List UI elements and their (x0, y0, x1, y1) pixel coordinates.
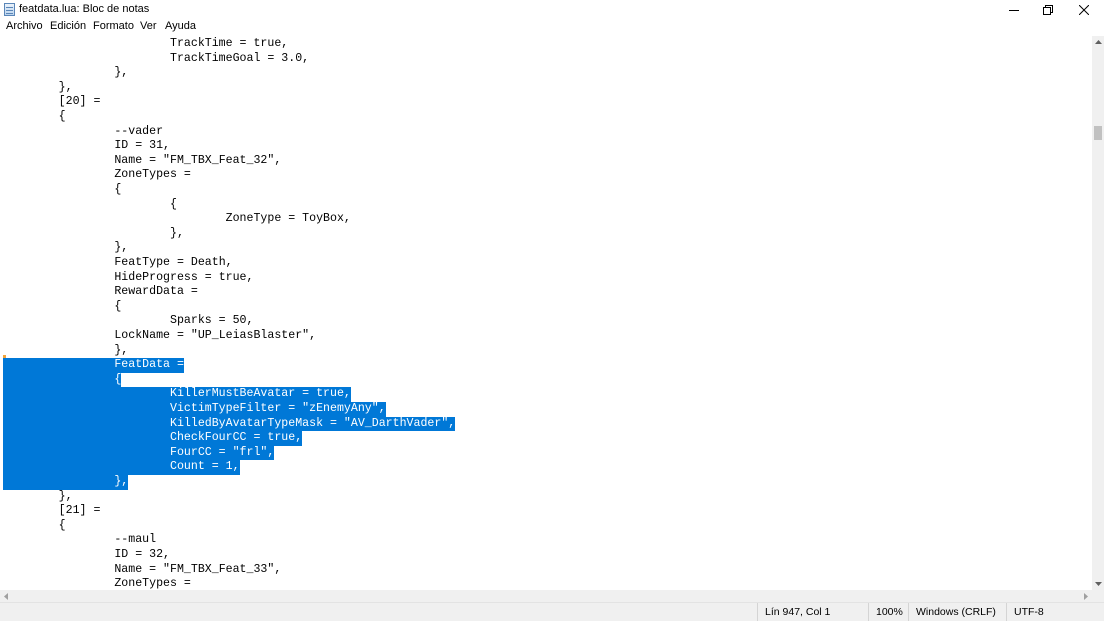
editor-line: [21] = (3, 504, 101, 518)
menu-formato[interactable]: Formato (93, 20, 134, 32)
editor-line: Sparks = 50, (3, 314, 254, 328)
cursor-position: Lín 947, Col 1 (757, 603, 868, 621)
status-bar: Lín 947, Col 1 100% Windows (CRLF) UTF-8 (0, 602, 1104, 621)
editor-line: { (3, 110, 66, 123)
editor-line: ZoneTypes = (3, 168, 191, 182)
editor-line: { (3, 197, 177, 211)
editor-line: --maul (3, 533, 157, 547)
window-title: featdata.lua: Bloc de notas (19, 3, 150, 15)
encoding: UTF-8 (1006, 603, 1104, 621)
menu-bar: Archivo Edición Formato Ver Ayuda (0, 19, 1104, 36)
editor-line: TrackTime = true, (3, 37, 289, 50)
close-button[interactable] (1067, 0, 1101, 19)
editor-line: LockName = "UP_LeiasBlaster", (3, 329, 317, 342)
editor-line: KillerMustBeAvatar = true, (3, 387, 351, 402)
editor-line: FourCC = "frl", (3, 445, 275, 461)
minimize-icon (1009, 9, 1019, 11)
editor-line: }, (3, 66, 129, 80)
scroll-up-arrow-icon[interactable] (1092, 36, 1104, 48)
vertical-scrollbar[interactable] (1092, 36, 1104, 590)
editor-line: }, (3, 226, 184, 240)
editor-line: }, (3, 80, 73, 94)
editor-line: Name = "FM_TBX_Feat_32", (3, 153, 282, 167)
text-editor[interactable]: TrackTime = true, TrackTimeGoal = 3.0, }… (0, 36, 1092, 590)
editor-line: ID = 32, (3, 548, 170, 561)
close-icon (1079, 4, 1089, 15)
scroll-right-arrow-icon[interactable] (1080, 590, 1092, 602)
menu-edicion[interactable]: Edición (50, 20, 86, 32)
menu-ver[interactable]: Ver (140, 20, 157, 32)
scroll-down-arrow-icon[interactable] (1092, 578, 1104, 590)
editor-line: FeatType = Death, (3, 256, 233, 269)
editor-line: Name = "FM_TBX_Feat_33", (3, 562, 282, 576)
editor-line: }, (3, 241, 129, 255)
editor-line: [20] = (3, 95, 101, 109)
horizontal-scrollbar[interactable] (0, 590, 1092, 602)
editor-line: { (3, 299, 122, 313)
restore-icon (1043, 4, 1053, 15)
vertical-scroll-thumb[interactable] (1094, 126, 1102, 140)
menu-archivo[interactable]: Archivo (6, 20, 43, 32)
editor-line: FeatData = (3, 358, 184, 373)
editor-line: { (3, 183, 122, 196)
editor-line: TrackTimeGoal = 3.0, (3, 51, 310, 65)
editor-line: ZoneTypes = (3, 577, 191, 590)
zoom-level: 100% (868, 603, 908, 621)
editor-line: { (3, 372, 122, 388)
editor-line: ZoneType = ToyBox, (3, 212, 351, 226)
menu-ayuda[interactable]: Ayuda (165, 20, 196, 32)
editor-line: { (3, 518, 66, 532)
editor-line: KilledByAvatarTypeMask = "AV_DarthVader"… (3, 416, 456, 432)
notepad-icon (4, 3, 15, 16)
scrollbar-corner (1092, 590, 1104, 602)
editor-line: VictimTypeFilter = "zEnemyAny", (3, 402, 386, 417)
line-ending: Windows (CRLF) (908, 603, 1006, 621)
editor-line: ID = 31, (3, 139, 170, 153)
editor-line: RewardData = (3, 285, 198, 299)
editor-line: --vader (3, 124, 164, 138)
editor-line: CheckFourCC = true, (3, 431, 303, 446)
minimize-button[interactable] (997, 0, 1031, 19)
restore-button[interactable] (1031, 0, 1065, 19)
editor-line: HideProgress = true, (3, 270, 254, 284)
editor-line: Count = 1, (3, 460, 240, 475)
title-bar: featdata.lua: Bloc de notas (0, 0, 1104, 19)
editor-line: }, (3, 475, 129, 490)
scroll-left-arrow-icon[interactable] (0, 590, 12, 602)
editor-line: }, (3, 489, 73, 503)
editor-line: }, (3, 343, 129, 357)
